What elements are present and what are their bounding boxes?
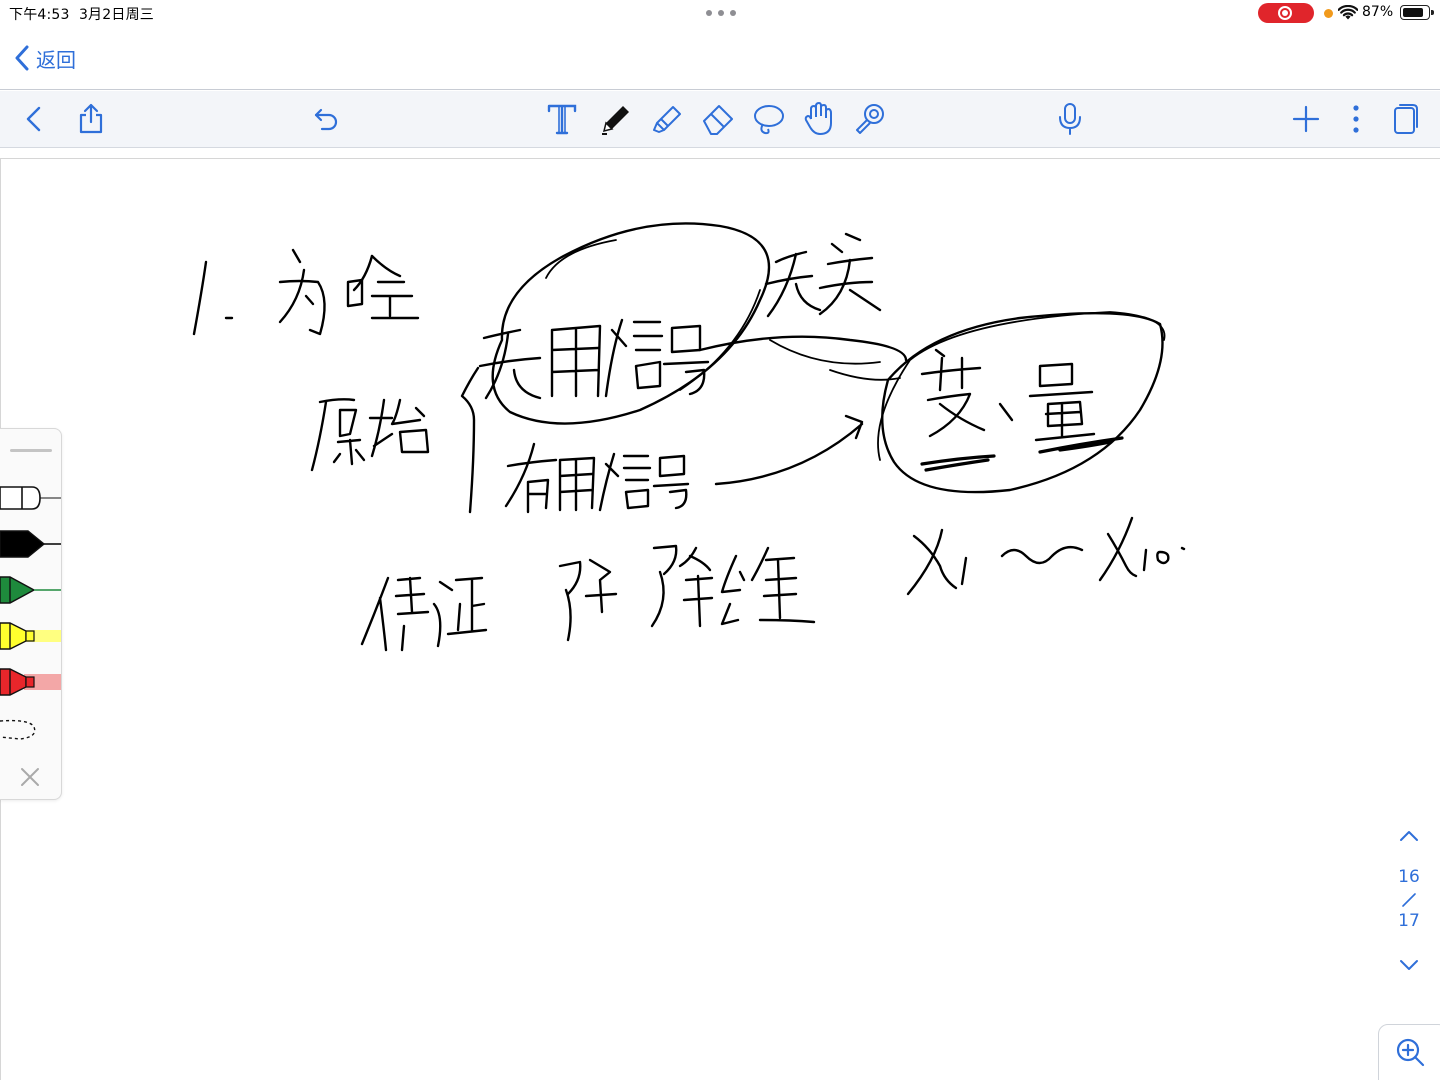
ink-irrelevant [764, 232, 882, 318]
battery-percent: 87% [1362, 4, 1394, 20]
total-page-number: 17 [1398, 911, 1420, 931]
previous-page-icon[interactable] [1397, 824, 1421, 848]
back-button[interactable]: 返回 [14, 42, 76, 74]
status-time: 下午4:53 3月2日周三 [9, 4, 154, 24]
more-icon[interactable] [1336, 99, 1376, 139]
undo-icon[interactable] [306, 99, 346, 139]
multitasking-dots-icon[interactable] [706, 10, 736, 18]
red-highlighter[interactable] [0, 665, 62, 699]
ink-why [278, 248, 420, 336]
ink-useless-signal [478, 318, 710, 400]
ink-connector-upper [698, 335, 908, 362]
ink-connector-lower [714, 414, 864, 486]
ink-strike-1 [920, 454, 996, 472]
next-page-icon[interactable] [1397, 953, 1421, 977]
text-tool-icon[interactable] [542, 99, 582, 139]
back-chevron-icon[interactable] [14, 99, 54, 139]
screen-recording-indicator[interactable] [1258, 3, 1314, 23]
ink-brace [460, 366, 480, 514]
add-page-icon[interactable] [1286, 99, 1326, 139]
black-pen[interactable] [0, 527, 62, 561]
handwritten-notes [192, 222, 1186, 652]
ink-feature-reduction [360, 544, 816, 652]
eraser-tool-icon[interactable] [698, 99, 738, 139]
back-label: 返回 [36, 47, 76, 72]
record-icon [1278, 6, 1292, 20]
share-icon[interactable] [71, 99, 111, 139]
time-text: 下午4:53 [9, 7, 70, 23]
navigation-bar: 返回 [0, 26, 1440, 90]
page-separator [1402, 893, 1416, 907]
pen-tool-icon[interactable] [596, 99, 636, 139]
white-pen[interactable] [0, 481, 62, 515]
battery-icon [1400, 5, 1434, 20]
ink-original [310, 398, 430, 472]
close-palette-icon[interactable] [18, 765, 42, 789]
microphone-icon[interactable] [1050, 99, 1090, 139]
wifi-icon [1338, 5, 1358, 20]
microphone-in-use-dot [1324, 9, 1333, 18]
lasso-tool-icon[interactable] [749, 99, 789, 139]
ink-x1-to-x10 [906, 516, 1186, 596]
ink-variable [920, 348, 1096, 442]
current-page-number: 16 [1398, 867, 1420, 887]
yellow-highlighter[interactable] [0, 619, 62, 653]
zoom-button[interactable] [1378, 1024, 1440, 1080]
note-page[interactable] [0, 148, 1440, 1080]
date-text: 3月2日周三 [78, 7, 154, 23]
lasso-selector-icon[interactable] [0, 715, 62, 749]
ink-item-number [192, 260, 234, 336]
editor-toolbar [0, 91, 1440, 148]
ink-useful-signal [504, 442, 690, 514]
highlighter-tool-icon[interactable] [647, 99, 687, 139]
palette-grabber[interactable] [10, 449, 52, 452]
page-navigator: 16 17 [1388, 820, 1430, 980]
zoom-in-icon [1396, 1038, 1425, 1067]
laser-pointer-icon[interactable] [850, 99, 890, 139]
hand-tool-icon[interactable] [799, 99, 839, 139]
green-pen[interactable] [0, 573, 62, 607]
ink-ellipse-left [491, 222, 771, 425]
pen-palette [0, 428, 62, 800]
battery-level [1402, 7, 1424, 17]
status-bar: 下午4:53 3月2日周三 87% [0, 0, 1440, 26]
chevron-left-icon [15, 45, 29, 71]
pages-icon[interactable] [1385, 99, 1425, 139]
